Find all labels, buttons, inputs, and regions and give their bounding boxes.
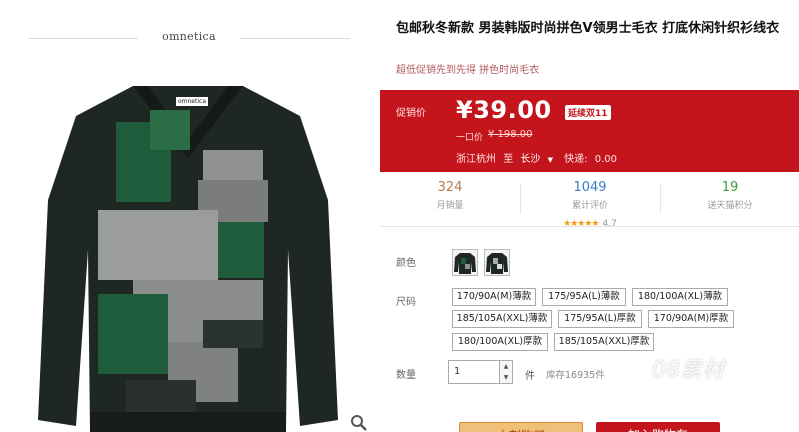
product-title: 包邮秋冬新款 男装韩版时尚拼色V领男士毛衣 打底休闲针织衫线衣 (396, 21, 780, 36)
chevron-down-icon: ▼ (547, 156, 553, 164)
sweater-thumb-icon (454, 253, 476, 274)
review-label: 累计评价 (571, 201, 608, 211)
ship-fee-label: 快递: (564, 154, 588, 165)
buy-now-button[interactable]: 立刻购买 (459, 422, 583, 432)
points-label: 送天猫积分 (707, 201, 753, 211)
rating-row: ★★★★★ 4.7 (520, 211, 660, 230)
collar-label: omnetica (176, 97, 208, 106)
size-option[interactable]: 170/90A(M)薄款 (452, 288, 536, 306)
size-label: 尺码 (396, 297, 416, 308)
stock-count: 库存16935件 (546, 370, 605, 381)
price-panel: 促销价 ¥39.00 延续双11 一口价 ¥ 198.00 浙江杭州 至 长沙 … (380, 90, 799, 172)
product-subtitle: 超低促销先到先得 拼色时尚毛衣 (396, 65, 540, 76)
size-option[interactable]: 175/95A(L)厚款 (558, 310, 642, 328)
quantity-stepper[interactable]: ▲ ▼ (500, 360, 513, 384)
ship-from: 浙江杭州 (456, 154, 496, 165)
original-price-label: 一口价 (456, 133, 484, 143)
brand-divider-right (240, 38, 350, 39)
magnifier-icon[interactable] (350, 414, 368, 432)
review-count: 1049 (573, 180, 607, 195)
original-price: ¥ 198.00 (488, 129, 533, 140)
chevron-up-icon[interactable]: ▲ (500, 361, 512, 372)
stat-reviews[interactable]: 1049 累计评价 ★★★★★ 4.7 (520, 180, 660, 230)
size-option[interactable]: 180/100A(XL)薄款 (632, 288, 728, 306)
product-info: 包邮秋冬新款 男装韩版时尚拼色V领男士毛衣 打底休闲针织衫线衣 超低促销先到先得… (380, 0, 799, 432)
ship-to-label: 至 (503, 154, 514, 165)
color-option-green[interactable] (452, 249, 478, 276)
size-option[interactable]: 170/90A(M)厚款 (648, 310, 734, 328)
ship-to-city-text: 长沙 (520, 154, 541, 165)
add-to-cart-button[interactable]: 加入购物车 (596, 422, 720, 432)
star-rating-icon: ★★★★★ (563, 219, 599, 229)
quantity-label: 数量 (396, 370, 416, 381)
shipping-info: 浙江杭州 至 长沙 ▼ 快递: 0.00 (456, 150, 621, 165)
quantity-unit: 件 (525, 371, 535, 382)
promo-price: ¥39.00 (456, 96, 552, 124)
sweater-thumb-icon (486, 253, 508, 274)
product-image[interactable] (38, 80, 338, 432)
brand-name: omnetica (162, 30, 216, 43)
rating-value: 4.7 (602, 219, 617, 229)
chevron-down-icon[interactable]: ▼ (500, 372, 512, 383)
ship-to-city[interactable]: 长沙 ▼ (520, 154, 557, 165)
watermark: 08素材 (652, 358, 724, 383)
color-label: 颜色 (396, 258, 416, 269)
stats-bar: 324 月销量 1049 累计评价 ★★★★★ 4.7 19 送天猫积分 (380, 172, 799, 230)
promo-badge: 延续双11 (565, 105, 611, 120)
quantity-input[interactable]: 1 (448, 360, 500, 384)
product-gallery: omnetica omnetica (0, 0, 378, 432)
brand-header: omnetica (28, 28, 350, 48)
stat-points: 19 送天猫积分 (660, 180, 799, 211)
stat-sales: 324 月销量 (380, 180, 520, 211)
color-option-grey[interactable] (484, 249, 510, 276)
size-option[interactable]: 180/100A(XL)厚款 (452, 333, 548, 351)
promo-price-label: 促销价 (396, 108, 426, 119)
ship-fee: 0.00 (594, 154, 617, 165)
sales-count: 324 (437, 180, 463, 195)
size-option[interactable]: 185/105A(XXL)厚款 (554, 333, 654, 351)
sales-label: 月销量 (436, 201, 464, 211)
size-option[interactable]: 185/105A(XXL)薄款 (452, 310, 552, 328)
size-option[interactable]: 175/95A(L)薄款 (542, 288, 626, 306)
points-count: 19 (721, 180, 739, 195)
